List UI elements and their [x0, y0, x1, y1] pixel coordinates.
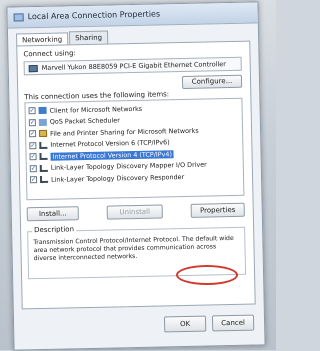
share-icon	[39, 130, 48, 138]
item-label: Link-Layer Topology Discovery Responder	[50, 172, 185, 184]
checkbox[interactable]: ✓	[29, 176, 38, 184]
description-title: Description	[32, 225, 77, 235]
uninstall-button[interactable]: Uninstall	[106, 204, 163, 220]
connect-using-label: Connect using:	[23, 49, 76, 59]
checkbox[interactable]: ✓	[29, 164, 37, 172]
checkbox[interactable]: ✓	[29, 153, 37, 161]
adapter-name: Marvell Yukon 88E8059 PCI-E Gigabit Ethe…	[41, 60, 227, 72]
protocol-icon	[39, 164, 48, 172]
qos-icon	[38, 118, 47, 126]
cancel-button[interactable]: Cancel	[211, 314, 255, 332]
protocol-icon	[39, 141, 48, 149]
item-label: Internet Protocol Version 6 (TCP/IPv6)	[50, 138, 170, 150]
items-list[interactable]: ✓ Client for Microsoft Networks ✓ QoS Pa…	[24, 97, 245, 201]
protocol-icon	[39, 176, 49, 184]
protocol-icon	[39, 153, 48, 161]
ok-button[interactable]: OK	[163, 315, 207, 333]
install-button[interactable]: Install...	[26, 206, 79, 222]
properties-dialog: Local Area Connection Properties Network…	[6, 1, 266, 351]
window-title: Local Area Connection Properties	[27, 9, 161, 22]
properties-button[interactable]: Properties	[190, 202, 245, 218]
item-label: Internet Protocol Version 4 (TCP/IPv4)	[50, 149, 175, 161]
checkbox[interactable]: ✓	[29, 130, 37, 138]
tab-sharing[interactable]: Sharing	[69, 30, 109, 45]
annotation-circle	[176, 265, 238, 285]
description-text: Transmission Control Protocol/Internet P…	[33, 234, 234, 263]
checkbox[interactable]: ✓	[28, 118, 36, 126]
title-bar: Local Area Connection Properties	[7, 2, 258, 29]
client-icon	[38, 107, 47, 115]
configure-button[interactable]: Configure...	[181, 74, 243, 90]
checkbox[interactable]: ✓	[29, 141, 37, 149]
adapter-field: Marvell Yukon 88E8059 PCI-E Gigabit Ethe…	[23, 56, 242, 76]
checkbox[interactable]: ✓	[28, 107, 36, 115]
network-icon	[13, 13, 24, 22]
item-label: Client for Microsoft Networks	[49, 104, 143, 115]
item-label: QoS Packet Scheduler	[49, 116, 120, 127]
network-adapter-icon	[28, 64, 38, 72]
